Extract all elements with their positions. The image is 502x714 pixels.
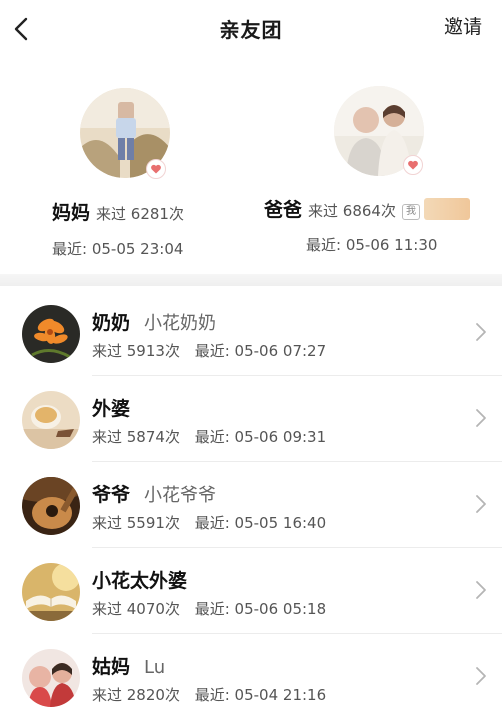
member-name-line: 爸爸 来过 6864次 我	[264, 194, 470, 222]
chevron-right-icon	[474, 406, 488, 430]
member-stats: 来过 5591次 最近: 05-05 16:40	[92, 512, 326, 533]
heart-icon	[408, 160, 418, 170]
member-name: 爷爷	[92, 484, 131, 506]
member-name: 小花太外婆	[92, 570, 188, 592]
list-item[interactable]: 小花太外婆 来过 4070次 最近: 05-06 05:18	[0, 548, 502, 634]
flower-avatar	[22, 305, 80, 363]
member-stats: 来过 5874次 最近: 05-06 09:31	[92, 426, 326, 447]
chevron-right-icon	[474, 492, 488, 516]
section-divider	[0, 274, 502, 286]
chevron-right-icon	[474, 664, 488, 688]
me-badge: 我	[401, 204, 420, 220]
top-member-card[interactable]: 爸爸 来过 6864次 我 最近: 05-06 11:30	[252, 84, 502, 264]
member-name: 外婆	[92, 398, 131, 420]
chevron-right-icon	[474, 578, 488, 602]
member-name: 爸爸	[264, 199, 303, 221]
member-nickname: 小花爷爷	[144, 485, 217, 506]
top-member-card[interactable]: 妈妈 来过 6281次 最近: 05-05 23:04	[0, 84, 250, 264]
visit-count: 来过 6864次	[308, 202, 396, 220]
book-avatar	[22, 563, 80, 621]
visit-count: 来过 4070次	[92, 600, 180, 618]
heart-icon	[151, 164, 161, 174]
member-name-line: 爷爷 小花爷爷	[92, 480, 216, 507]
family-group-page: 亲友团 邀请 妈妈 来过 6281次 最近: 05-05 23:04 爸爸 来过…	[0, 0, 502, 714]
last-visit-time: 最近: 05-06 09:31	[194, 428, 327, 446]
last-visit-time: 最近: 05-06 05:18	[194, 600, 327, 618]
member-list: 奶奶 小花奶奶 来过 5913次 最近: 05-06 07:27 外婆 来过 5…	[0, 290, 502, 714]
header-bar: 亲友团 邀请	[0, 0, 502, 56]
member-name: 妈妈	[52, 202, 91, 224]
list-item[interactable]: 姑妈 Lu 来过 2820次 最近: 05-04 21:16	[0, 634, 502, 714]
member-name-line: 小花太外婆	[92, 566, 201, 593]
last-visit-time: 最近: 05-05 16:40	[194, 514, 327, 532]
member-name-line: 外婆	[92, 394, 144, 421]
tea-cup-avatar	[22, 391, 80, 449]
visit-count: 来过 5591次	[92, 514, 180, 532]
visit-count: 来过 6281次	[96, 205, 184, 223]
last-visit-time: 最近: 05-05 23:04	[52, 240, 184, 258]
member-stats: 来过 4070次 最近: 05-06 05:18	[92, 598, 326, 619]
photo-avatar	[22, 649, 80, 707]
member-name: 奶奶	[92, 312, 131, 334]
heart-badge	[403, 155, 423, 175]
list-item[interactable]: 奶奶 小花奶奶 来过 5913次 最近: 05-06 07:27	[0, 290, 502, 376]
list-item[interactable]: 爷爷 小花爷爷 来过 5591次 最近: 05-05 16:40	[0, 462, 502, 548]
member-name-line: 妈妈 来过 6281次	[52, 198, 184, 225]
member-nickname: 小花奶奶	[144, 313, 217, 334]
member-stats: 来过 2820次 最近: 05-04 21:16	[92, 684, 326, 705]
last-visit-time: 最近: 05-04 21:16	[194, 686, 327, 704]
member-name-line: 奶奶 小花奶奶	[92, 308, 216, 335]
member-name: 姑妈	[92, 656, 131, 678]
last-visit-time: 最近: 05-06 07:27	[194, 342, 327, 360]
blurred-tag	[423, 198, 470, 220]
invite-button[interactable]: 邀请	[444, 12, 482, 39]
list-item[interactable]: 外婆 来过 5874次 最近: 05-06 09:31	[0, 376, 502, 462]
visit-count: 来过 5874次	[92, 428, 180, 446]
page-title: 亲友团	[219, 18, 283, 42]
chevron-right-icon	[474, 320, 488, 344]
member-nickname: Lu	[144, 657, 166, 678]
guitar-avatar	[22, 477, 80, 535]
member-stats: 来过 5913次 最近: 05-06 07:27	[92, 340, 326, 361]
member-name-line: 姑妈 Lu	[92, 652, 165, 679]
heart-badge	[146, 159, 166, 179]
visit-count: 来过 5913次	[92, 342, 180, 360]
visit-count: 来过 2820次	[92, 686, 180, 704]
last-visit-time: 最近: 05-06 11:30	[306, 236, 438, 254]
top-members: 妈妈 来过 6281次 最近: 05-05 23:04 爸爸 来过 6864次 …	[0, 70, 502, 260]
